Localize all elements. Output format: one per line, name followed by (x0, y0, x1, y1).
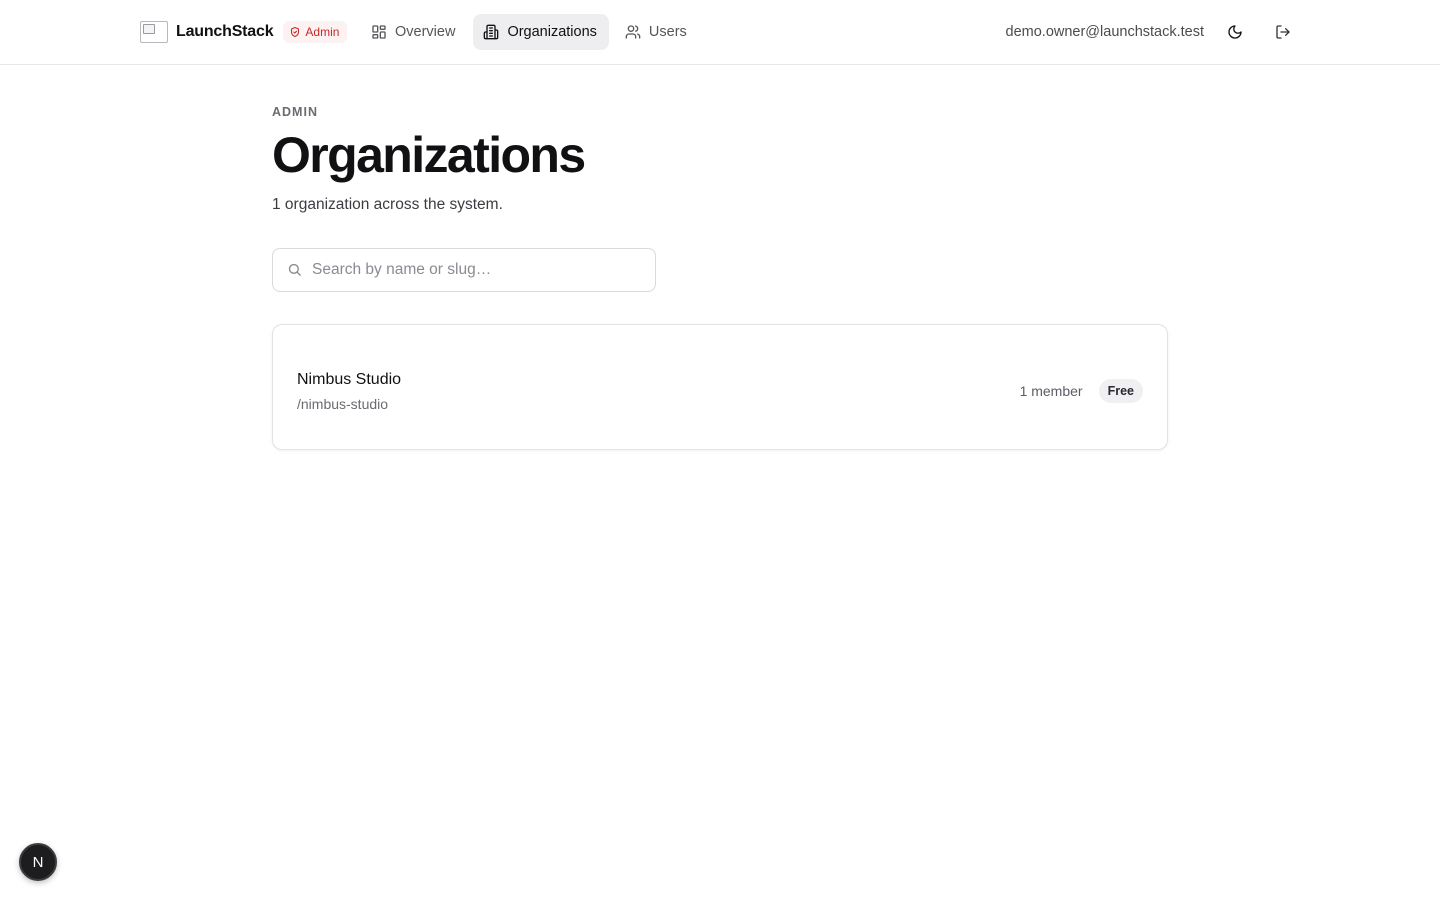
user-email: demo.owner@launchstack.test (1005, 24, 1204, 40)
plan-badge: Free (1098, 378, 1143, 403)
theme-toggle-button[interactable] (1218, 15, 1252, 49)
nav-item-users[interactable]: Users (615, 14, 699, 50)
logo-image (140, 21, 168, 43)
search-input[interactable] (312, 260, 641, 279)
brand[interactable]: LaunchStack Admin (140, 17, 348, 47)
logout-icon (1276, 25, 1290, 39)
shield-icon (291, 26, 300, 38)
organization-name: Nimbus Studio (297, 370, 402, 388)
organization-slug: /nimbus-studio (297, 395, 389, 412)
organization-row[interactable]: Nimbus Studio /nimbus-studio 1 member Fr… (272, 323, 1168, 450)
building-icon (484, 24, 499, 40)
member-count: 1 member (1019, 382, 1083, 399)
nav-item-organizations[interactable]: Organizations (473, 14, 609, 50)
nav-item-label: Organizations (507, 24, 597, 40)
main-nav: Overview Organizations Users (361, 14, 699, 50)
page-eyebrow: ADMIN (272, 105, 318, 119)
grid-icon (372, 25, 386, 39)
admin-badge-label: Admin (305, 25, 340, 39)
search-box (272, 247, 656, 292)
main-content: ADMIN Organizations 1 organization acros… (272, 105, 1168, 450)
search-icon (288, 263, 301, 276)
user-area: demo.owner@launchstack.test (1006, 14, 1300, 50)
users-icon (625, 25, 641, 39)
nav-item-overview[interactable]: Overview (361, 14, 467, 50)
admin-badge: Admin (283, 21, 348, 43)
organization-meta: 1 member Free (1019, 378, 1143, 403)
brand-name: LaunchStack (176, 23, 274, 40)
top-nav-bar: LaunchStack Admin Overview Organizations… (0, 0, 1440, 65)
logout-button[interactable] (1266, 15, 1300, 49)
nav-item-label: Overview (395, 24, 456, 40)
page-subtitle: 1 organization across the system. (272, 195, 503, 213)
nav-item-label: Users (648, 24, 687, 40)
moon-icon (1228, 25, 1242, 39)
page-title: Organizations (272, 127, 586, 183)
dev-tools-button[interactable]: N (19, 843, 57, 881)
